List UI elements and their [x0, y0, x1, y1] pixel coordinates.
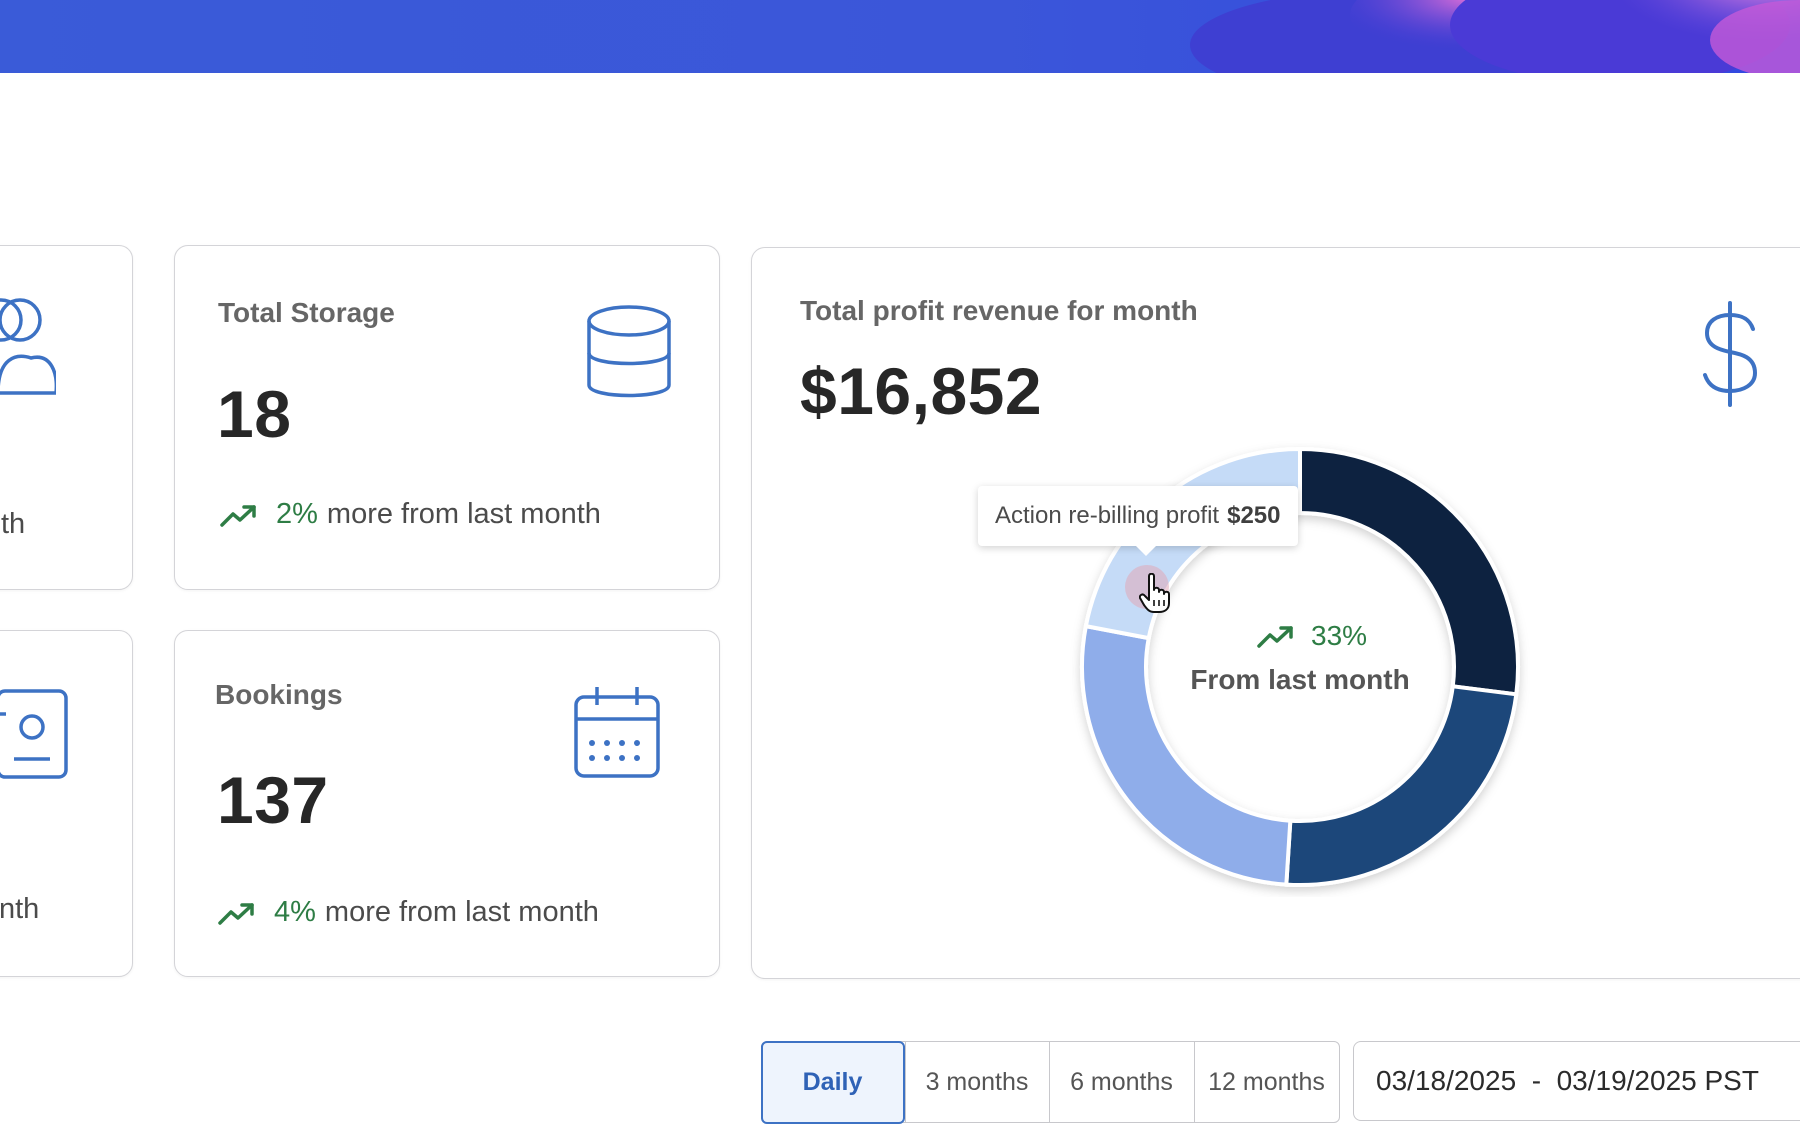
- tooltip-value: $250: [1227, 502, 1281, 529]
- donut-slice-2[interactable]: [1284, 684, 1519, 887]
- dollar-icon: [1703, 301, 1758, 407]
- period-daily-button[interactable]: Daily: [760, 1040, 905, 1124]
- trend-label: more from last month: [326, 498, 601, 530]
- card-value: 18: [217, 377, 292, 451]
- revenue-value: $16,852: [800, 354, 1043, 428]
- database-icon: [587, 305, 671, 398]
- partial-contacts-card: nth: [0, 630, 133, 977]
- card-title: Total Storage: [218, 297, 395, 328]
- partial-users-card: th: [0, 245, 133, 590]
- trend-percent: 2%: [276, 498, 318, 530]
- card-title: Total profit revenue for month: [800, 295, 1198, 326]
- partial-trend-text: nth: [0, 893, 40, 925]
- donut-center-trend: 33%: [1257, 620, 1367, 652]
- period-12-months-button[interactable]: 12 months: [1193, 1042, 1339, 1122]
- tooltip-label: Action re-billing profit: [995, 502, 1220, 529]
- calendar-icon: [574, 687, 660, 778]
- date-range-text: 03/18/2025 - 03/19/2025 PST: [1376, 1065, 1759, 1096]
- card-value: 137: [217, 763, 329, 837]
- total-storage-card: Total Storage 18 2% more from last month: [174, 245, 720, 590]
- trend-label: more from last month: [324, 896, 599, 928]
- trend-row: 2% more from last month: [220, 498, 601, 531]
- contact-card-icon: [0, 689, 68, 779]
- hand-pointer-icon: [1139, 573, 1170, 613]
- partial-trend-text: th: [1, 508, 26, 540]
- banner-decoration: [1190, 0, 1800, 73]
- period-3-months-button[interactable]: 3 months: [904, 1042, 1049, 1122]
- bookings-card: Bookings 137 4% more from last month: [174, 630, 720, 977]
- trending-up-icon: [220, 504, 256, 527]
- header-banner: [0, 0, 1800, 73]
- donut-center-label: From last month: [1190, 664, 1410, 695]
- users-icon: [0, 298, 56, 395]
- period-6-months-button[interactable]: 6 months: [1048, 1042, 1194, 1122]
- trending-up-icon: [1257, 626, 1293, 648]
- trend-percent: 4%: [274, 896, 316, 928]
- chart-tooltip: Action re-billing profit $250: [978, 486, 1298, 556]
- trend-row: 4% more from last month: [218, 896, 599, 929]
- donut-slice-1[interactable]: [1298, 446, 1520, 697]
- donut-center-percent: 33%: [1311, 620, 1368, 651]
- card-title: Bookings: [215, 679, 343, 710]
- trending-up-icon: [218, 902, 254, 925]
- date-range-picker[interactable]: 03/18/2025 - 03/19/2025 PST: [1353, 1041, 1800, 1121]
- period-selector: Daily 3 months 6 months 12 months: [760, 1040, 1340, 1124]
